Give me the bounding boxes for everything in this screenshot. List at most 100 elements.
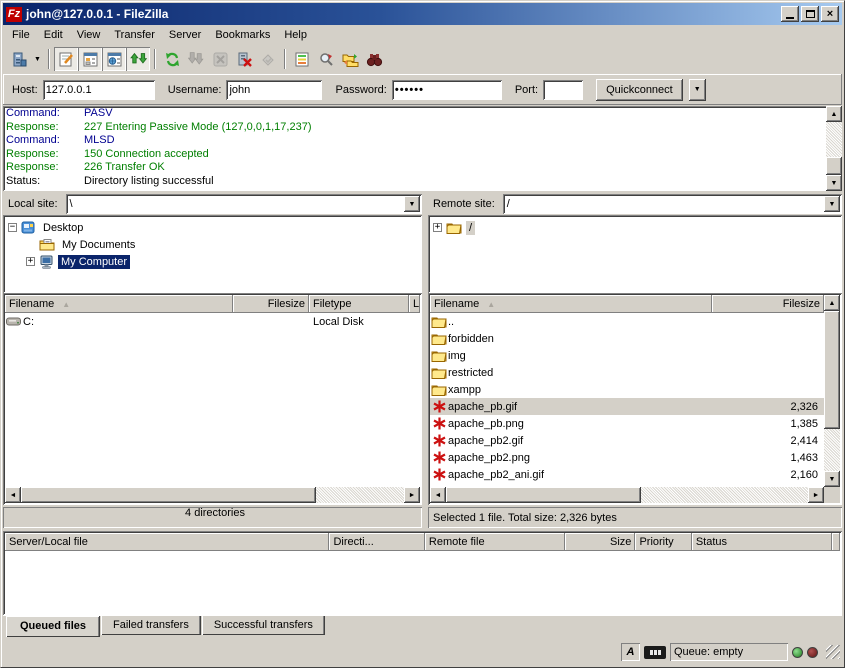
column-header-size[interactable]: Size — [565, 533, 635, 551]
local-hscroll-track[interactable] — [316, 487, 404, 503]
scroll-left-icon[interactable]: ◄ — [5, 487, 21, 503]
tab-successful-transfers[interactable]: Successful transfers — [202, 616, 325, 635]
cancel-button[interactable] — [208, 47, 232, 71]
menu-server[interactable]: Server — [162, 27, 208, 43]
file-size: 2,160 — [712, 469, 824, 481]
window-title: john@127.0.0.1 - FileZilla — [26, 7, 779, 21]
column-header-filename[interactable]: Filename▲ — [5, 295, 233, 313]
quickconnect-dropdown[interactable]: ▼ — [689, 79, 706, 101]
directory-comparison-button[interactable] — [290, 47, 314, 71]
column-header-priority[interactable]: Priority — [635, 533, 691, 551]
remote-hscroll-track[interactable] — [641, 487, 808, 503]
remote-file-row[interactable]: apache_pb2.png 1,463 — [430, 449, 824, 466]
site-manager-dropdown[interactable]: ▼ — [31, 47, 44, 71]
local-site-dropdown[interactable]: ▼ — [404, 196, 420, 212]
disconnect-button[interactable] — [232, 47, 256, 71]
activity-indicator-send-icon — [807, 647, 818, 658]
remote-file-row[interactable]: forbidden — [430, 330, 824, 347]
minimize-button[interactable] — [781, 6, 799, 22]
menu-help[interactable]: Help — [277, 27, 314, 43]
column-header-lastmodified[interactable]: L — [409, 295, 420, 313]
log-line-text: Directory listing successful — [84, 175, 214, 189]
scroll-right-icon[interactable]: ► — [808, 487, 824, 503]
remote-file-row[interactable]: apache_pb2.gif 2,414 — [430, 432, 824, 449]
expand-icon[interactable]: + — [26, 257, 35, 266]
host-input[interactable] — [43, 80, 155, 100]
column-header-server-local-file[interactable]: Server/Local file — [5, 533, 329, 551]
remote-file-row[interactable]: restricted — [430, 364, 824, 381]
local-site-combobox[interactable]: \ ▼ — [66, 194, 422, 214]
log-scrollbar-thumb[interactable] — [826, 157, 842, 175]
remote-file-row[interactable]: apache_pb2_ani.gif 2,160 — [430, 466, 824, 483]
collapse-icon[interactable]: − — [8, 223, 17, 232]
title-bar[interactable]: Fz john@127.0.0.1 - FileZilla × — [3, 3, 842, 25]
menu-transfer[interactable]: Transfer — [107, 27, 162, 43]
menu-file[interactable]: File — [5, 27, 37, 43]
scroll-up-icon[interactable]: ▲ — [824, 295, 840, 311]
tab-failed-transfers[interactable]: Failed transfers — [101, 616, 201, 635]
file-name: C: — [23, 316, 233, 328]
scroll-down-icon[interactable]: ▼ — [826, 175, 842, 191]
port-input[interactable] — [543, 80, 583, 100]
menu-bookmarks[interactable]: Bookmarks — [208, 27, 277, 43]
site-manager-button[interactable] — [7, 47, 31, 71]
close-button[interactable]: × — [821, 6, 839, 22]
find-files-button[interactable] — [362, 47, 386, 71]
file-type: Local Disk — [309, 316, 409, 328]
maximize-button[interactable] — [801, 6, 819, 22]
tree-item-root[interactable]: + / — [433, 219, 842, 236]
toggle-remote-tree-button[interactable] — [102, 47, 126, 71]
username-input[interactable] — [226, 80, 322, 100]
menu-edit[interactable]: Edit — [37, 27, 70, 43]
column-header-remote-file[interactable]: Remote file — [425, 533, 565, 551]
remote-file-row[interactable]: img — [430, 347, 824, 364]
remote-hscroll-thumb[interactable] — [446, 487, 641, 503]
remote-file-row[interactable]: apache_pb.png 1,385 — [430, 415, 824, 432]
scroll-left-icon[interactable]: ◄ — [430, 487, 446, 503]
toggle-local-tree-button[interactable] — [78, 47, 102, 71]
speed-limit-icon[interactable] — [644, 646, 666, 659]
tree-item-desktop[interactable]: − Desktop — [8, 219, 422, 236]
remote-site-combobox[interactable]: / ▼ — [503, 194, 842, 214]
remote-vscroll-track[interactable] — [824, 429, 840, 471]
tree-item-my-documents[interactable]: My Documents — [26, 236, 422, 253]
quickconnect-button[interactable]: Quickconnect — [596, 79, 683, 101]
column-header-filesize[interactable]: Filesize — [712, 295, 824, 313]
remote-site-dropdown[interactable]: ▼ — [824, 196, 840, 212]
remote-list-hscrollbar[interactable]: ◄ ► — [430, 487, 824, 503]
data-type-indicator-icon[interactable]: A — [621, 643, 640, 661]
tab-queued-files[interactable]: Queued files — [6, 616, 100, 637]
remote-list-vscrollbar[interactable]: ▲ ▼ — [824, 295, 840, 487]
log-scrollbar[interactable]: ▲ ▼ — [826, 106, 842, 191]
local-list-hscrollbar[interactable]: ◄ ► — [5, 487, 420, 503]
scroll-up-icon[interactable]: ▲ — [826, 106, 842, 122]
local-hscroll-thumb[interactable] — [21, 487, 316, 503]
toggle-message-log-button[interactable] — [54, 47, 78, 71]
resize-grip[interactable] — [826, 645, 840, 659]
local-file-row[interactable]: C: Local Disk — [5, 313, 420, 330]
filter-button[interactable] — [314, 47, 338, 71]
column-header-direction[interactable]: Directi... — [329, 533, 424, 551]
remote-file-row[interactable]: .. — [430, 313, 824, 330]
log-scrollbar-track[interactable] — [826, 122, 842, 157]
process-queue-button[interactable] — [184, 47, 208, 71]
synchronized-browsing-button[interactable] — [338, 47, 362, 71]
column-header-filename[interactable]: Filename▲ — [430, 295, 712, 313]
scroll-down-icon[interactable]: ▼ — [824, 471, 840, 487]
remote-file-row[interactable]: xampp — [430, 381, 824, 398]
reconnect-button[interactable] — [256, 47, 280, 71]
expand-icon[interactable]: + — [433, 223, 442, 232]
refresh-button[interactable] — [160, 47, 184, 71]
column-header-status[interactable]: Status — [692, 533, 832, 551]
scroll-right-icon[interactable]: ► — [404, 487, 420, 503]
menu-view[interactable]: View — [70, 27, 108, 43]
toggle-queue-button[interactable] — [126, 47, 150, 71]
password-input[interactable] — [392, 80, 502, 100]
remote-file-row-selected[interactable]: apache_pb.gif 2,326 — [430, 398, 824, 415]
tree-item-my-computer[interactable]: + My Computer — [26, 253, 422, 270]
column-header-filesize[interactable]: Filesize — [233, 295, 309, 313]
close-icon: × — [827, 9, 833, 20]
column-header-filetype[interactable]: Filetype — [309, 295, 409, 313]
remote-vscroll-thumb[interactable] — [824, 311, 840, 429]
image-file-icon — [430, 400, 448, 413]
